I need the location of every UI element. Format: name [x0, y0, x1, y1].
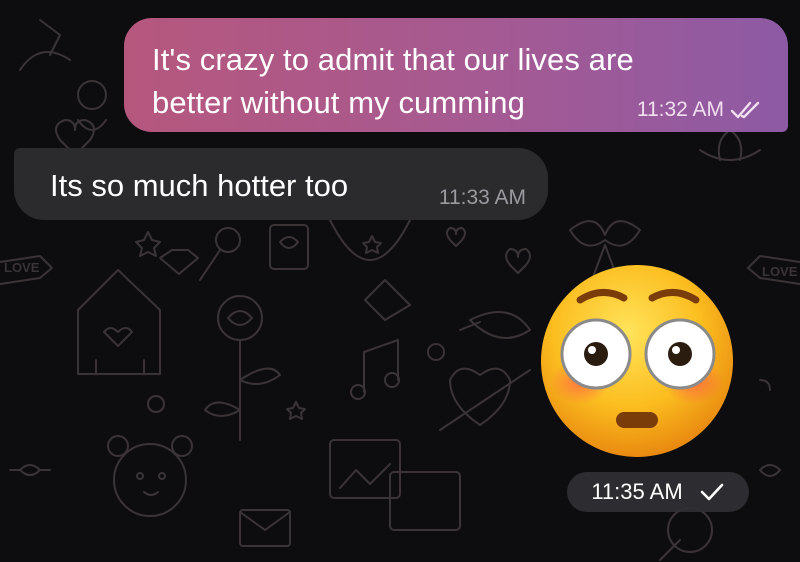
message-text-line-1: It's crazy to admit that our lives are [152, 42, 634, 77]
sticker-time: 11:35 AM [591, 479, 683, 504]
outgoing-message-bubble[interactable]: It's crazy to admit that our lives are b… [124, 18, 788, 132]
incoming-message-bubble[interactable]: Its so much hotter too 11:33 AM [14, 148, 548, 220]
message-time: 11:33 AM [438, 186, 526, 209]
message-meta: 11:32 AM [637, 98, 764, 122]
wallpaper-label-left: LOVE [4, 260, 40, 275]
single-check-icon [699, 482, 725, 502]
message-time: 11:32 AM [636, 98, 724, 121]
sticker-timestamp: 11:35 AM [567, 472, 749, 512]
double-check-icon [730, 100, 764, 120]
wallpaper-label-right: LOVE [762, 264, 798, 279]
flushed-face-emoji[interactable] [538, 262, 736, 460]
